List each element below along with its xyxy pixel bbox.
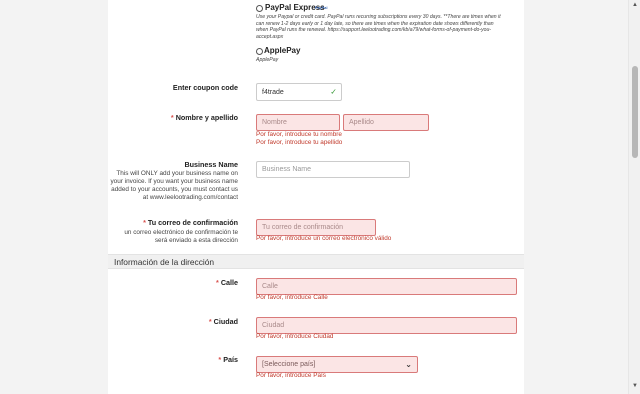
paypal-description-line: can renew 1-2 days early or 1 day late, … [256,20,494,27]
business-label: Business Name [184,160,238,169]
first-name-error: Por favor, introduce tu nombre [256,131,342,138]
email-confirm-error: Por favor, introduce un correo electróni… [256,235,392,242]
street-error: Por favor, introduce Calle [256,294,328,301]
last-name-input[interactable]: Apellido [343,114,429,131]
email-confirm-label-text: Tu correo de confirmación [147,218,238,227]
last-name-placeholder: Apellido [349,119,374,126]
city-error: Por favor, introduce Ciudad [256,333,334,340]
country-error: Por favor, introduce País [256,372,326,379]
email-confirm-placeholder: Tu correo de confirmación [262,224,344,231]
scroll-down-arrow-icon[interactable]: ▼ [632,383,638,389]
coupon-label: Enter coupon code [172,83,238,92]
checkmark-icon: ✓ [330,87,337,97]
name-label: * Nombre y apellido [171,113,238,122]
business-help-line: your invoice. If you want your business … [110,178,238,185]
first-name-placeholder: Nombre [262,119,287,126]
email-confirm-help-line: un correo electrónico de confirmación te [124,229,238,236]
business-name-input[interactable]: Business Name [256,161,410,178]
street-placeholder: Calle [262,283,278,290]
paypal-description-line: accept.aspx [256,33,284,40]
scrollbar[interactable]: ▲ ▼ [628,0,640,394]
street-input[interactable]: Calle [256,278,517,295]
applepay-subtitle: ApplePay [256,57,279,63]
country-selected-value: [Seleccione país] [262,361,316,368]
city-input[interactable]: Ciudad [256,317,517,334]
coupon-input[interactable]: f4trade ✓ [256,83,342,101]
city-label: * Ciudad [209,317,238,326]
paypal-description-line: Use your Paypal or credit card. PayPal r… [256,14,501,20]
email-confirm-input[interactable]: Tu correo de confirmación [256,219,376,236]
required-star: * [170,113,174,122]
required-star: * [216,278,219,287]
business-name-placeholder: Business Name [262,166,312,173]
coupon-value: f4trade [262,88,284,96]
applepay-title: ApplePay [264,46,301,55]
required-star: * [218,355,222,364]
business-help-line: This will ONLY add your business name on [116,170,238,177]
business-help-line: added to your accounts, you must contact… [111,186,238,193]
address-section-title: Información de la dirección [114,257,215,267]
address-section-header: Información de la dirección [108,254,524,269]
business-help-line: at www.leelootrading.com/contact [142,194,238,201]
business-help: This will ONLY add your business name on… [110,170,238,202]
paypal-badge: PayPal [315,6,328,10]
street-label-text: Calle [220,278,238,287]
city-placeholder: Ciudad [262,322,285,329]
country-label: * País [218,355,238,364]
required-star: * [143,218,146,227]
paypal-description: Use your Paypal or credit card. PayPal r… [256,14,501,40]
paypal-description-line: when PayPal runs the renewal. https://su… [256,27,491,34]
name-label-text: Nombre y apellido [175,113,238,122]
scrollbar-thumb[interactable] [632,66,638,158]
paypal-radio[interactable] [256,5,263,12]
street-label: * Calle [216,278,238,287]
first-name-input[interactable]: Nombre [256,114,340,131]
page: PayPal Express PayPal Use your Paypal or… [0,0,628,394]
city-label-text: Ciudad [213,317,238,326]
country-label-text: País [223,355,238,364]
last-name-error: Por favor, introduce tu apellido [256,139,343,146]
email-confirm-help: un correo electrónico de confirmación te… [124,229,238,245]
email-confirm-help-line: será enviado a esta dirección [154,237,238,244]
scroll-up-arrow-icon[interactable]: ▲ [632,2,638,8]
applepay-radio[interactable] [256,48,263,55]
country-select[interactable]: [Seleccione país] ⌄ [256,356,418,373]
chevron-down-icon: ⌄ [405,359,412,369]
required-star: * [208,317,212,326]
email-confirm-label: * Tu correo de confirmación [143,218,238,227]
